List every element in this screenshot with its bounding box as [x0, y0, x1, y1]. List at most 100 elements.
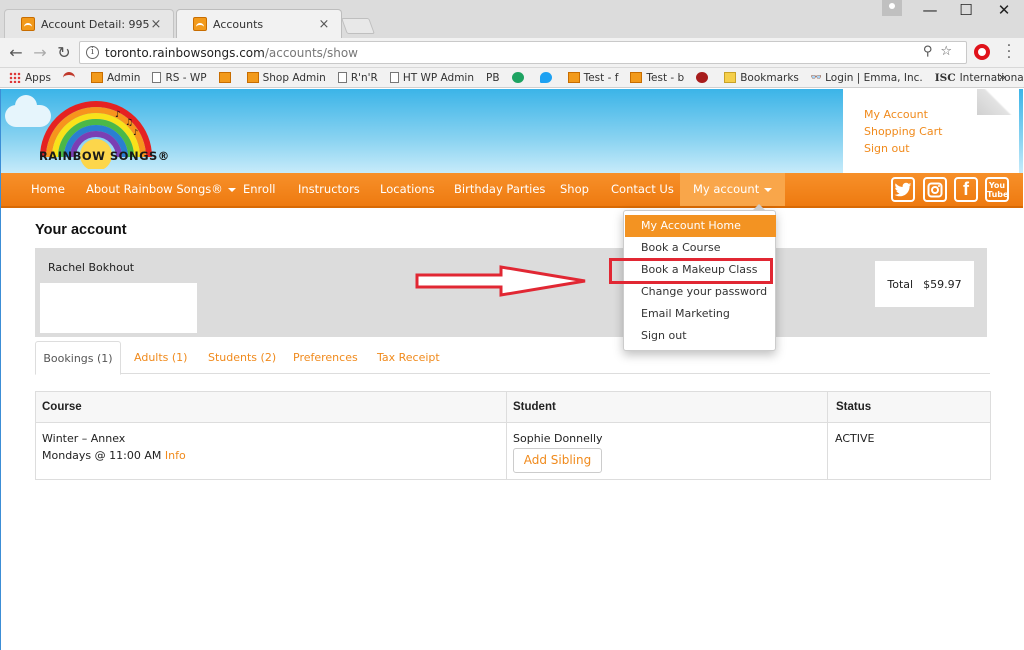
rainbow-favicon-icon [246, 72, 259, 83]
address-bar[interactable]: i toronto.rainbowsongs.com/accounts/show… [79, 41, 967, 64]
browser-tab-strip: Account Detail: 9951 × Accounts × — ☐ ✕ [0, 0, 1024, 38]
booking-status: ACTIVE [835, 432, 875, 445]
url-host: toronto.rainbowsongs.com [105, 45, 265, 60]
sign-out-link[interactable]: Sign out [864, 142, 910, 155]
apps-icon [9, 72, 21, 83]
page-icon [337, 72, 347, 83]
account-details-area [40, 283, 197, 333]
forward-arrow-icon[interactable]: → [30, 43, 50, 63]
bookmark-item[interactable]: 👓 Login | Emma, Inc. [811, 72, 923, 84]
dropdown-sign-out[interactable]: Sign out [625, 325, 776, 347]
bookmark-item[interactable]: Apps [9, 72, 51, 84]
table-header: Course Student Status [36, 392, 990, 423]
svg-text:♪: ♪ [133, 128, 138, 137]
bookmark-item[interactable] [218, 72, 235, 83]
bookmark-label: Test - f [583, 71, 619, 84]
green-circle-icon [511, 72, 524, 83]
new-tab-button[interactable] [341, 18, 375, 34]
profile-icon[interactable] [882, 0, 902, 16]
back-arrow-icon[interactable]: ← [6, 43, 26, 63]
bookmark-item[interactable] [539, 72, 556, 83]
logo-text[interactable]: RAINBOW SONGS® [39, 149, 170, 163]
student-name: Sophie Donnelly [513, 432, 603, 445]
bookmark-label: Apps [25, 71, 51, 84]
bookmark-item[interactable]: R'n'R [337, 72, 378, 84]
nav-instructors[interactable]: Instructors [298, 173, 360, 206]
svg-text:♪: ♪ [115, 110, 121, 120]
browser-tab-accounts[interactable]: Accounts × [176, 9, 342, 38]
isc-icon: ISC [934, 71, 956, 84]
menu-icon[interactable]: · · · [1002, 39, 1016, 65]
browser-tab-account-detail[interactable]: Account Detail: 9951 × [4, 9, 174, 38]
bookmark-item[interactable]: Bookmarks [724, 72, 799, 84]
tab-students[interactable]: Students (2) [208, 341, 276, 374]
bookmarks-overflow-button[interactable]: » [999, 70, 1006, 84]
nav-shop[interactable]: Shop [560, 173, 589, 206]
tab-adults[interactable]: Adults (1) [134, 341, 187, 374]
bookmark-item[interactable]: Test - f [567, 71, 619, 84]
tab-tax-receipt[interactable]: Tax Receipt [377, 341, 440, 374]
bookmark-item[interactable] [62, 72, 79, 83]
nav-my-account[interactable]: My account [680, 173, 786, 206]
tab-title: Accounts [213, 17, 264, 31]
reload-icon[interactable]: ↻ [54, 43, 74, 63]
my-account-link[interactable]: My Account [864, 108, 928, 121]
shopping-cart-link[interactable]: Shopping Cart [864, 125, 942, 138]
bookmark-item[interactable]: RS - WP [152, 72, 207, 84]
bookings-table: Course Student Status Winter – Annex Mon… [35, 391, 991, 480]
bookmark-item[interactable]: Test - b [630, 72, 684, 84]
add-sibling-button[interactable]: Add Sibling [513, 448, 602, 473]
nav-about[interactable]: About Rainbow Songs® [86, 173, 236, 206]
facebook-icon[interactable]: f [954, 177, 978, 202]
close-icon[interactable]: × [149, 17, 163, 32]
bookmark-label: Bookmarks [740, 71, 799, 84]
window-close-button[interactable]: ✕ [986, 0, 1022, 22]
site-header: ♪ ♫ ♪ RAINBOW SONGS® My Account Shopping… [1, 89, 1023, 173]
rainbow-favicon-icon [193, 17, 207, 31]
bookmark-label: International Songwri [959, 71, 1024, 84]
bookmark-label: Admin [106, 71, 141, 84]
info-icon[interactable]: i [86, 46, 99, 59]
opera-extension-icon[interactable] [974, 44, 990, 60]
dropdown-change-password[interactable]: Change your password [625, 281, 776, 303]
tab-bookings[interactable]: Bookings (1) [35, 341, 121, 375]
page-icon [389, 72, 399, 83]
bookmark-item[interactable] [511, 72, 528, 83]
tab-preferences[interactable]: Preferences [293, 341, 358, 374]
rainbow-favicon-icon [90, 72, 103, 83]
column-divider [827, 392, 828, 479]
bookmark-item[interactable]: PB [486, 72, 500, 84]
bookmark-item[interactable]: ISCInternational Songwri [935, 72, 1024, 84]
highlight-box [609, 258, 773, 284]
rainbow-favicon-icon [218, 72, 231, 83]
rainbow-favicon-icon [567, 72, 580, 83]
nav-contact-us[interactable]: Contact Us [611, 173, 674, 206]
nav-enroll[interactable]: Enroll [243, 173, 275, 206]
dropdown-my-account-home[interactable]: My Account Home [625, 215, 776, 237]
course-name: Winter – Annex [42, 432, 126, 445]
nav-locations[interactable]: Locations [380, 173, 435, 206]
bookmark-item[interactable]: Shop Admin [246, 71, 326, 84]
bookmark-item[interactable] [696, 72, 712, 83]
bookmark-label: Shop Admin [262, 71, 326, 84]
dropdown-email-marketing[interactable]: Email Marketing [625, 303, 776, 325]
maximize-button[interactable]: ☐ [948, 0, 984, 22]
instagram-icon[interactable] [923, 177, 947, 202]
rainbow-favicon-icon [21, 17, 35, 31]
star-icon[interactable]: ⚲☆ [923, 44, 960, 59]
page-curl-graphic [977, 89, 1019, 115]
annotation-arrow-icon [415, 265, 586, 297]
youtube-icon[interactable]: You Tube [985, 177, 1009, 202]
close-icon[interactable]: × [317, 17, 331, 32]
dropdown-book-course[interactable]: Book a Course [625, 237, 776, 259]
bookmark-item[interactable]: HT WP Admin [389, 71, 475, 84]
bookmark-label: HT WP Admin [402, 71, 475, 84]
nav-birthday-parties[interactable]: Birthday Parties [454, 173, 545, 206]
bookmark-label: Login | Emma, Inc. [825, 71, 923, 84]
twitter-icon[interactable] [891, 177, 915, 202]
nav-home[interactable]: Home [31, 173, 65, 206]
bookmark-item[interactable]: Admin [90, 71, 141, 84]
course-info-link[interactable]: Info [165, 449, 186, 462]
minimize-button[interactable]: — [912, 0, 948, 22]
page-icon [152, 72, 162, 83]
